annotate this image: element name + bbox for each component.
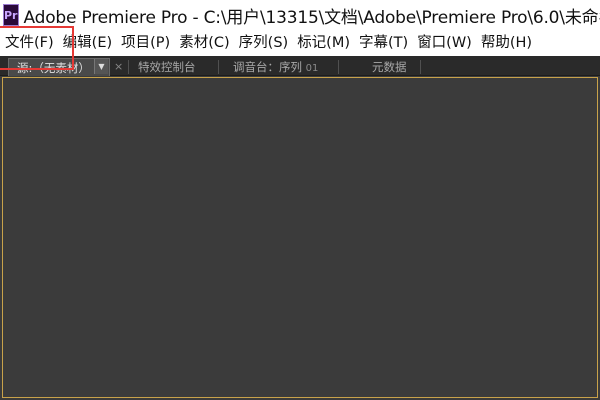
- title-bar: Pr Adobe Premiere Pro - C:\用户\13315\文档\A…: [0, 0, 600, 30]
- tab-source-dropdown-icon[interactable]: ▼: [94, 59, 108, 74]
- source-monitor-panel[interactable]: [2, 77, 598, 398]
- tab-audio-mixer-sequence-number: 01: [305, 63, 319, 74]
- tab-divider: [128, 60, 129, 74]
- tab-audio-mixer-label: 调音台：序列: [233, 60, 302, 74]
- premiere-app-icon: Pr: [3, 4, 19, 26]
- menu-project[interactable]: 项目(P): [116, 30, 174, 56]
- menu-help[interactable]: 帮助(H): [476, 30, 536, 56]
- tab-divider: [338, 60, 339, 74]
- tab-divider: [420, 60, 421, 74]
- tab-divider: [218, 60, 219, 74]
- menu-sequence[interactable]: 序列(S): [234, 30, 293, 56]
- tab-audio-mixer[interactable]: 调音台：序列 01: [233, 58, 318, 76]
- menu-file[interactable]: 文件(F): [0, 30, 58, 56]
- menu-marker[interactable]: 标记(M): [292, 30, 354, 56]
- menu-clip[interactable]: 素材(C): [174, 30, 233, 56]
- menu-window[interactable]: 窗口(W): [412, 30, 476, 56]
- tab-close-icon[interactable]: ×: [114, 58, 123, 76]
- window-title: Adobe Premiere Pro - C:\用户\13315\文档\Adob…: [23, 7, 600, 28]
- menu-title[interactable]: 字幕(T): [354, 30, 412, 56]
- menu-bar: 文件(F) 编辑(E) 项目(P) 素材(C) 序列(S) 标记(M) 字幕(T…: [0, 30, 600, 56]
- panel-tab-bar: 源:（无素材） ▼ × 特效控制台 调音台：序列 01 元数据: [0, 56, 600, 76]
- tab-metadata[interactable]: 元数据: [372, 58, 407, 76]
- tab-effect-controls[interactable]: 特效控制台: [138, 58, 196, 76]
- menu-edit[interactable]: 编辑(E): [58, 30, 116, 56]
- workspace: 源:（无素材） ▼ × 特效控制台 调音台：序列 01 元数据: [0, 56, 600, 400]
